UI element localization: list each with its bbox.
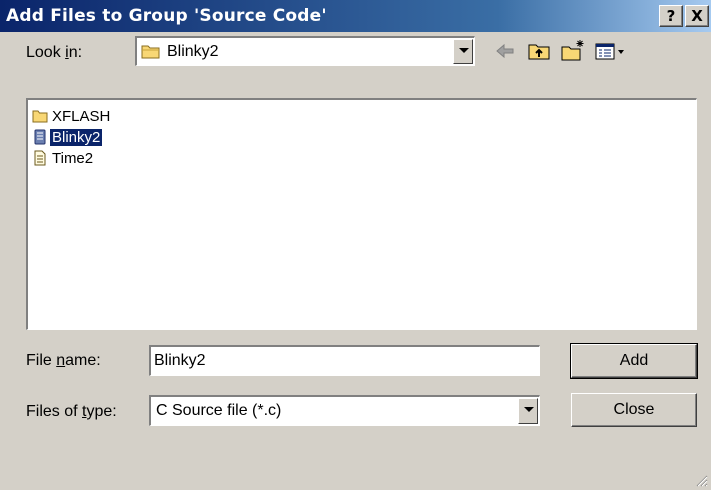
close-window-button[interactable]: X [685, 5, 709, 27]
help-button[interactable]: ? [659, 5, 683, 27]
look-in-dropdown[interactable]: Blinky2 [135, 36, 475, 66]
new-folder-icon[interactable] [560, 38, 586, 64]
file-name-text: Blinky2 [48, 127, 104, 147]
chevron-down-icon[interactable] [453, 39, 473, 64]
file-type-value: C Source file (*.c) [156, 402, 282, 419]
folder-icon [32, 108, 48, 124]
project-file-icon [32, 129, 48, 145]
up-one-level-icon[interactable] [526, 38, 552, 64]
view-menu-icon[interactable] [594, 38, 630, 64]
list-item-time2[interactable]: Time2 [32, 148, 95, 168]
list-item-blinky2[interactable]: Blinky2 [32, 127, 104, 147]
file-list[interactable]: XFLASH Blinky2 Time2 [26, 98, 697, 330]
file-type-label: Files of type: [26, 403, 117, 420]
look-in-label: Look in: [26, 44, 83, 61]
dialog-title: Add Files to Group 'Source Code' [6, 6, 327, 26]
resize-grip-icon[interactable] [694, 473, 708, 487]
file-name-label: File name: [26, 352, 101, 369]
file-name-input[interactable] [149, 345, 540, 376]
add-button[interactable]: Add [570, 343, 698, 379]
look-in-value: Blinky2 [167, 43, 219, 60]
title-bar[interactable]: Add Files to Group 'Source Code' ? X [0, 0, 711, 32]
chevron-down-icon[interactable] [518, 398, 538, 424]
file-type-dropdown[interactable]: C Source file (*.c) [149, 395, 540, 426]
file-name-text: XFLASH [52, 107, 111, 125]
document-icon [32, 150, 48, 166]
close-button[interactable]: Close [571, 393, 697, 427]
back-arrow-icon[interactable] [492, 38, 518, 64]
file-name-text: Time2 [52, 149, 94, 167]
list-item-xflash[interactable]: XFLASH [32, 106, 112, 126]
folder-icon [141, 42, 161, 60]
